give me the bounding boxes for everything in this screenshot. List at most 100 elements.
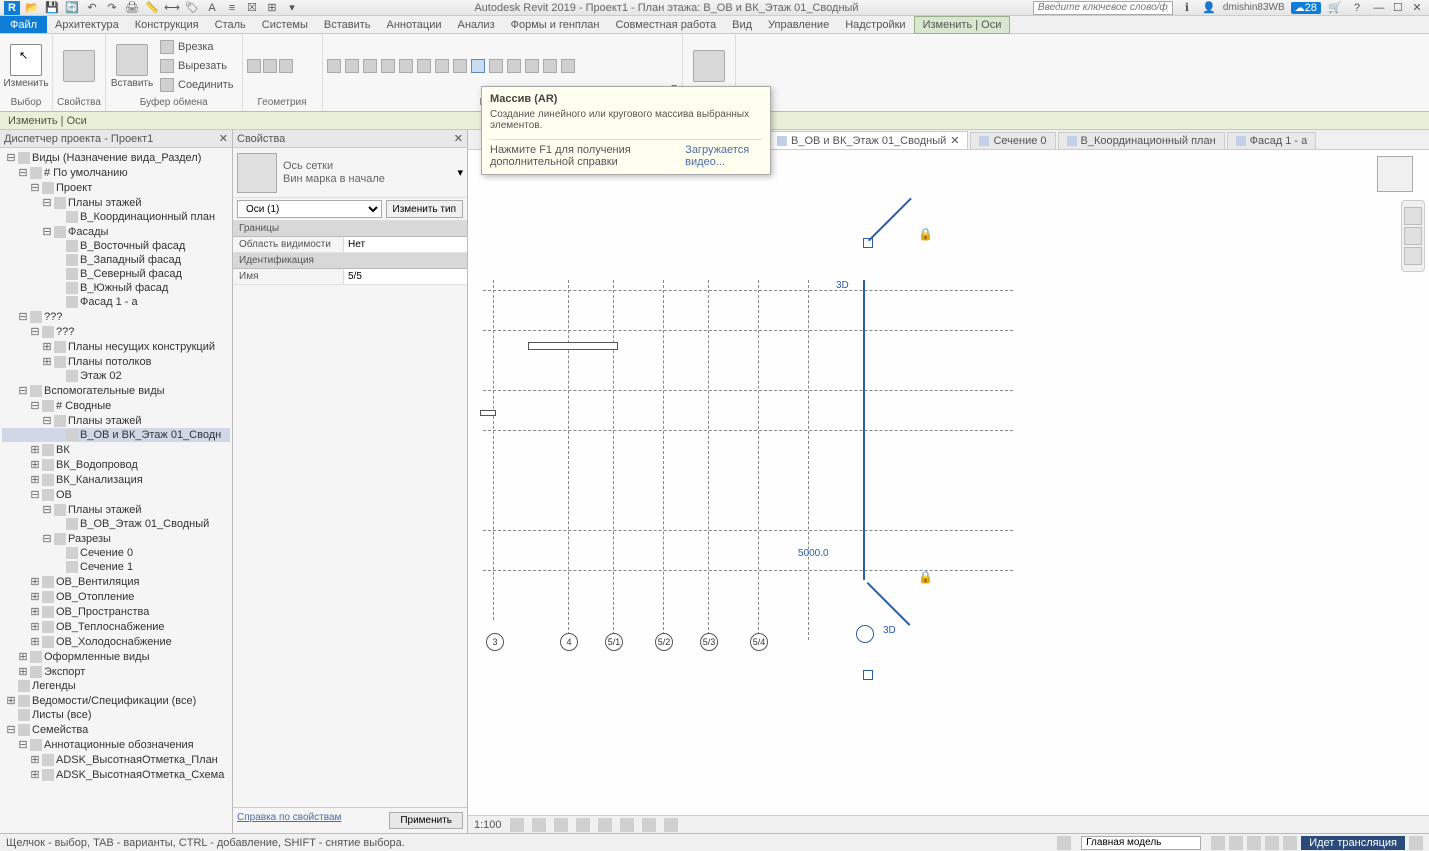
tree-node[interactable]: ⊟Проект [2,180,230,195]
tree-node[interactable]: ⊞ВК_Канализация [2,472,230,487]
menu-addins[interactable]: Надстройки [837,17,913,33]
offset-icon[interactable] [345,59,359,73]
grid-bubble[interactable]: 5/3 [700,633,718,651]
editable-only-icon[interactable] [1211,836,1225,850]
menu-annotate[interactable]: Аннотации [379,17,450,33]
reveal-icon[interactable] [664,818,678,832]
tree-node[interactable]: ⊞Планы потолков [2,354,230,369]
tree-node[interactable]: ⊟# По умолчанию [2,165,230,180]
info-icon[interactable]: ℹ [1179,1,1195,15]
user-name[interactable]: dmishin83WB [1223,2,1285,13]
tree-node[interactable]: ⊟Разрезы [2,531,230,546]
grid-bubble[interactable]: 3 [486,633,504,651]
rotate-icon[interactable] [417,59,431,73]
tree-node[interactable]: В_ОВ и ВК_Этаж 01_Сводн [2,428,230,442]
tree-node[interactable]: В_Южный фасад [2,281,230,295]
tree-node[interactable]: ⊞Экспорт [2,664,230,679]
tree-node[interactable]: ⊟ОВ [2,487,230,502]
undo-icon[interactable]: ↶ [84,1,100,15]
dropdown-icon[interactable]: ▾ [284,1,300,15]
tree-node[interactable]: В_Координационный план [2,210,230,224]
workset-icon[interactable] [1057,836,1071,850]
edit-type-button[interactable]: Изменить тип [386,200,463,218]
menu-structure[interactable]: Конструкция [127,17,207,33]
tree-node[interactable]: ⊟??? [2,309,230,324]
grid-bubble[interactable]: 4 [560,633,578,651]
measure-icon[interactable]: 📏 [144,1,160,15]
join-button[interactable]: Соединить [156,76,238,94]
tree-node[interactable]: Легенды [2,679,230,693]
close-button[interactable]: ✕ [1409,1,1425,14]
dimension-label[interactable]: 5000.0 [798,548,829,559]
scale-icon[interactable] [489,59,503,73]
view-tab[interactable]: Сечение 0 [970,132,1055,149]
menu-collaborate[interactable]: Совместная работа [607,17,724,33]
tree-node[interactable]: Фасад 1 - а [2,295,230,309]
shadows-icon[interactable] [576,818,590,832]
select-links-icon[interactable] [1229,836,1243,850]
pan-icon[interactable] [1404,227,1422,245]
hide-icon[interactable] [642,818,656,832]
help-icon[interactable]: ? [1349,1,1365,15]
tree-node[interactable]: ⊟??? [2,324,230,339]
sun-path-icon[interactable] [554,818,568,832]
type-selector[interactable]: Ось сетки Вин марка в начале ▾ [233,148,467,198]
switch-windows-icon[interactable]: ⊞ [264,1,280,15]
tree-node[interactable]: ⊟Вспомогательные виды [2,383,230,398]
unpin-icon[interactable] [543,59,557,73]
lock-icon[interactable]: 🔒 [918,570,933,584]
notification-badge[interactable]: ☁28 [1291,2,1321,14]
print-icon[interactable]: 🖨 [124,1,140,15]
dragging-icon[interactable] [1283,836,1297,850]
tree-node[interactable]: В_Восточный фасад [2,239,230,253]
grid-bubble[interactable]: 5/4 [750,633,768,651]
project-tree[interactable]: ⊟Виды (Назначение вида_Раздел)⊟# По умол… [0,148,232,833]
tree-node[interactable]: ⊞Планы несущих конструкций [2,339,230,354]
revit-logo-icon[interactable]: R [4,1,20,15]
search-input[interactable] [1033,1,1173,15]
chevron-down-icon[interactable]: ▾ [457,166,463,179]
cope-button[interactable]: Врезка [156,38,238,56]
workset-selector[interactable] [1081,836,1201,850]
tree-node[interactable]: Сечение 0 [2,546,230,560]
select-pinned-icon[interactable] [1247,836,1261,850]
tree-node[interactable]: ⊞Ведомости/Спецификации (все) [2,693,230,708]
file-menu[interactable]: Файл [0,16,47,33]
tree-node[interactable]: ⊟Планы этажей [2,195,230,210]
tree-node[interactable]: Листы (все) [2,708,230,722]
tree-node[interactable]: В_Западный фасад [2,253,230,267]
cart-icon[interactable]: 🛒 [1327,1,1343,15]
tree-node[interactable]: ⊟Планы этажей [2,413,230,428]
thin-lines-icon[interactable]: ≡ [224,1,240,15]
maximize-button[interactable]: ☐ [1390,1,1406,14]
tree-node[interactable]: ⊞ADSK_ВысотнаяОтметка_План [2,752,230,767]
view-tab[interactable]: Фасад 1 - а [1227,132,1317,149]
select-face-icon[interactable] [1265,836,1279,850]
tree-node[interactable]: ⊞Оформленные виды [2,649,230,664]
tree-node[interactable]: Сечение 1 [2,560,230,574]
modify-button[interactable]: ↖ Изменить [4,38,48,94]
close-views-icon[interactable]: ☒ [244,1,260,15]
menu-steel[interactable]: Сталь [207,17,254,33]
tree-node[interactable]: ⊟# Сводные [2,398,230,413]
zoom-icon[interactable] [1404,247,1422,265]
geom-icon-3[interactable] [279,59,293,73]
visual-style-icon[interactable] [532,818,546,832]
split-icon[interactable] [453,59,467,73]
menu-analyze[interactable]: Анализ [449,17,502,33]
tree-node[interactable]: ⊞ОВ_Отопление [2,589,230,604]
tree-node[interactable]: ⊟Планы этажей [2,502,230,517]
grid-bubble[interactable]: 5/2 [655,633,673,651]
close-icon[interactable]: ✕ [219,132,228,145]
array-icon[interactable] [471,59,485,73]
prop-value-name[interactable]: 5/5 [343,269,467,284]
drawing-canvas[interactable]: 3 4 5/1 5/2 5/3 5/4 5000.0 3D 3D 🔒 🔒 [468,150,1429,815]
detail-level-icon[interactable] [510,818,524,832]
minimize-button[interactable]: — [1371,2,1387,14]
tooltip-video-link[interactable]: Загружается видео... [685,144,762,168]
scale-label[interactable]: 1:100 [474,819,502,831]
save-icon[interactable]: 💾 [44,1,60,15]
tree-node[interactable]: ⊞ОВ_Холодоснабжение [2,634,230,649]
sync-icon[interactable]: 🔄 [64,1,80,15]
tree-node[interactable]: ⊞ВК_Водопровод [2,457,230,472]
